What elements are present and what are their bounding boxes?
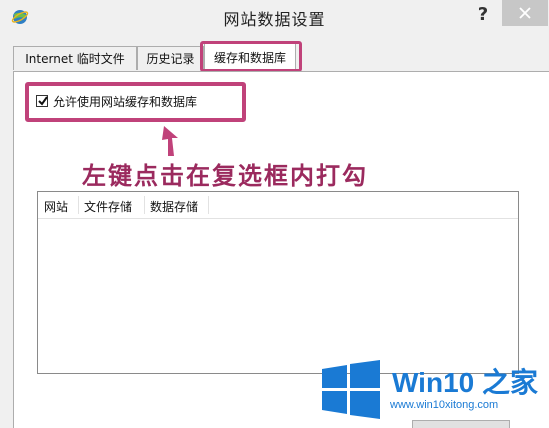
title-bar: 网站数据设置 ?: [0, 0, 549, 34]
column-header-site[interactable]: 网站: [44, 198, 68, 215]
column-divider[interactable]: [78, 196, 79, 214]
website-list[interactable]: 网站 文件存储 数据存储: [37, 191, 519, 374]
website-data-settings-dialog: 网站数据设置 ? Internet 临时文件 历史记录 缓存和数据库 允许使用网…: [0, 0, 549, 428]
tab-temporary-internet-files[interactable]: Internet 临时文件: [13, 46, 137, 70]
list-header: 网站 文件存储 数据存储: [38, 192, 518, 219]
tab-caches-and-databases[interactable]: 缓存和数据库: [204, 43, 296, 71]
windows-logo-icon: [322, 360, 380, 419]
help-button[interactable]: ?: [470, 2, 496, 28]
allow-cache-option[interactable]: 允许使用网站缓存和数据库: [36, 93, 197, 109]
window-title: 网站数据设置: [223, 10, 326, 29]
column-header-data-storage[interactable]: 数据存储: [150, 198, 198, 215]
close-icon: [519, 7, 531, 19]
watermark: Win10 之家 www.win10xitong.com: [320, 355, 549, 425]
column-divider[interactable]: [144, 196, 145, 214]
tab-history[interactable]: 历史记录: [137, 46, 204, 70]
watermark-url: www.win10xitong.com: [390, 399, 499, 411]
allow-cache-label: 允许使用网站缓存和数据库: [53, 94, 198, 109]
column-divider[interactable]: [208, 196, 209, 214]
column-header-file-storage[interactable]: 文件存储: [84, 198, 132, 215]
watermark-title: Win10 之家: [392, 367, 538, 398]
annotation-text: 左键点击在复选框内打勾: [82, 161, 368, 190]
annotation-arrow-icon: [162, 126, 178, 156]
checkmark-icon: [38, 96, 48, 106]
close-button[interactable]: [502, 0, 548, 26]
allow-cache-checkbox[interactable]: [36, 95, 48, 107]
